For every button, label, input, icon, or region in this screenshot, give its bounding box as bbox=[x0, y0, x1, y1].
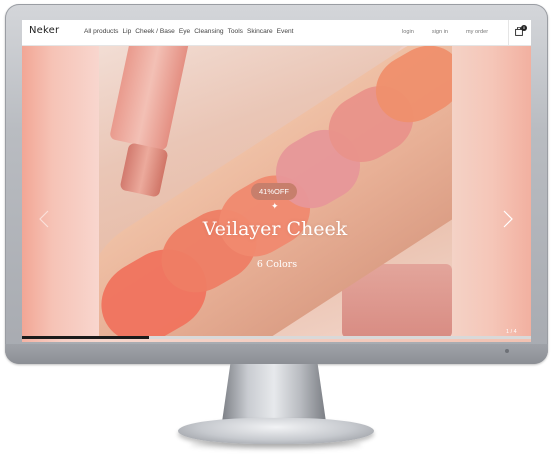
product-tube-top bbox=[109, 46, 191, 151]
cart-count-badge: 0 bbox=[521, 25, 527, 31]
screen: Neker All products Lip Cheek / Base Eye … bbox=[22, 20, 531, 342]
hero-title[interactable]: Veilayer Cheek bbox=[200, 218, 350, 240]
cart-button[interactable]: 0 bbox=[508, 20, 531, 45]
brand-logo[interactable]: Neker bbox=[29, 25, 59, 36]
slide-progress-fill bbox=[22, 336, 150, 339]
navbar: Neker All products Lip Cheek / Base Eye … bbox=[22, 20, 531, 46]
menu-item-tools[interactable]: Tools bbox=[228, 28, 243, 35]
menu-item-cleansing[interactable]: Cleansing bbox=[194, 28, 223, 35]
monitor-stand-base bbox=[178, 418, 374, 444]
menu-item-eye[interactable]: Eye bbox=[179, 28, 190, 35]
slide-counter: 1 / 4 bbox=[506, 329, 517, 335]
next-slide-peek bbox=[452, 46, 531, 338]
menu-item-event[interactable]: Event bbox=[277, 28, 294, 35]
sparkle-icon: ✦ bbox=[271, 201, 279, 211]
product-tube-cap bbox=[119, 142, 169, 198]
slide-progress-track bbox=[22, 336, 531, 339]
main-menu: All products Lip Cheek / Base Eye Cleans… bbox=[84, 28, 294, 35]
my-order-link[interactable]: my order bbox=[466, 29, 488, 35]
login-link[interactable]: login bbox=[402, 29, 414, 35]
menu-item-all-products[interactable]: All products bbox=[84, 28, 118, 35]
menu-item-lip[interactable]: Lip bbox=[122, 28, 131, 35]
sign-in-link[interactable]: sign in bbox=[432, 29, 448, 35]
discount-badge: 41%OFF bbox=[251, 183, 297, 200]
prev-slide-peek bbox=[22, 46, 99, 338]
menu-item-skincare[interactable]: Skincare bbox=[247, 28, 273, 35]
chevron-right-icon[interactable] bbox=[503, 210, 513, 228]
hero-slider: 41%OFF ✦ Veilayer Cheek 6 Colors 1 / 4 bbox=[22, 46, 531, 342]
chevron-left-icon[interactable] bbox=[39, 210, 49, 228]
monitor-chin bbox=[5, 344, 548, 364]
power-indicator bbox=[505, 349, 509, 353]
monitor-stand-neck bbox=[222, 364, 326, 422]
hero-subtitle: 6 Colors bbox=[256, 259, 298, 270]
menu-item-cheek-base[interactable]: Cheek / Base bbox=[135, 28, 175, 35]
account-links: login sign in my order bbox=[402, 29, 488, 35]
